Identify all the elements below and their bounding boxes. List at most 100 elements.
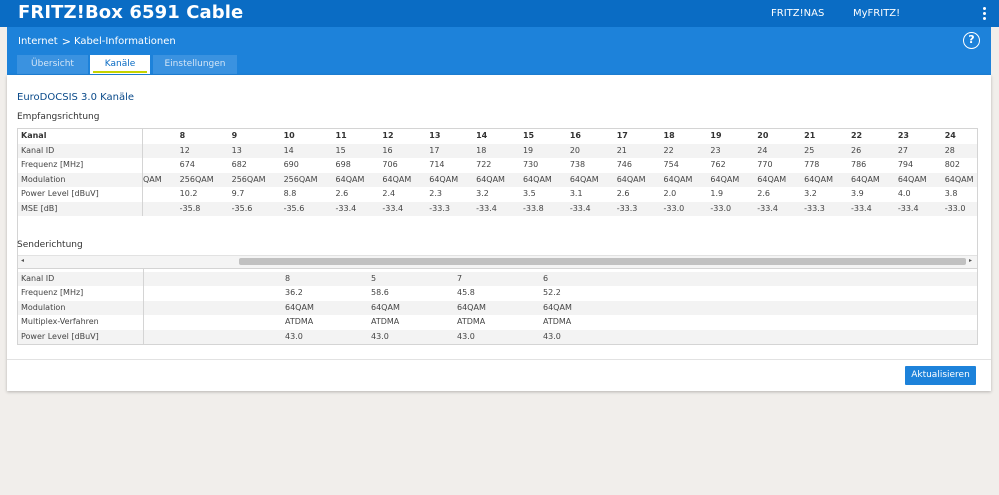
table-cell: 2.4	[382, 189, 396, 199]
channel-header: 12	[382, 131, 394, 141]
myfritz-link[interactable]: MyFRITZ!	[853, 7, 900, 20]
table-cell: 64QAM	[540, 300, 626, 315]
table-cell: -33.0	[645, 201, 693, 216]
table-cell: 26	[832, 143, 880, 158]
table-cell: 14	[265, 143, 318, 158]
table-cell: -33.8	[504, 201, 552, 216]
spacer-cell	[626, 271, 977, 286]
table-cell: -33.3	[598, 201, 646, 216]
table-cell: -33.4	[739, 201, 787, 216]
table-cell: -35.6	[265, 201, 318, 216]
table-cell: 20	[551, 143, 599, 158]
channel-header: 13	[429, 131, 441, 141]
downstream-table: Kanal Kanal ID Frequenz [MHz] Modulation…	[17, 128, 978, 269]
table-cell: 64QAM	[598, 172, 646, 187]
table-cell: 9.7	[231, 189, 245, 199]
table-cell: 674	[179, 160, 195, 170]
row-label: Modulation	[18, 300, 144, 315]
table-cell: 810	[974, 158, 977, 173]
table-cell: 64QAM	[411, 172, 459, 187]
channel-header: 18	[663, 131, 675, 141]
table-cell: 3.9	[850, 189, 864, 199]
table-cell: 58.6	[371, 288, 389, 298]
table-cell: 8.8	[283, 189, 297, 199]
table-cell: 43.0	[454, 329, 540, 344]
tab-einstellungen[interactable]: Einstellungen	[153, 55, 237, 74]
table-cell: 690	[283, 160, 299, 170]
table-cell: 706	[382, 160, 398, 170]
channel-header: 19	[710, 131, 722, 141]
table-cell: 3.5	[522, 189, 536, 199]
spacer-cell	[626, 329, 977, 344]
table-cell: 3.1	[569, 189, 583, 199]
breadcrumb-current: Kabel-Informationen	[73, 36, 176, 47]
downstream-title: Empfangsrichtung	[17, 112, 100, 122]
table-cell: 23	[692, 143, 740, 158]
table-cell: 2.6	[335, 189, 349, 199]
channel-header: 8	[179, 131, 186, 141]
table-cell: 16	[364, 143, 412, 158]
table-cell: -32.9	[973, 201, 977, 216]
channel-header: 16	[569, 131, 581, 141]
table-cell: 18	[458, 143, 505, 158]
table-cell: 13	[213, 143, 266, 158]
spacer-cell	[143, 286, 282, 301]
spacer-cell	[143, 329, 282, 344]
main-panel: EuroDOCSIS 3.0 Kanäle Empfangsrichtung K…	[7, 75, 991, 391]
table-cell: 722	[476, 160, 492, 170]
row-label: Kanal ID	[18, 271, 144, 286]
scroll-left-icon[interactable]: ◂	[21, 257, 24, 264]
sub-header: Internet > Kabel-Informationen ? Übersic…	[7, 27, 991, 75]
table-cell: 256QAM	[265, 172, 318, 187]
table-cell: 43.0	[368, 329, 454, 344]
row-label: Multiplex-Verfahren	[18, 315, 144, 330]
tab-kanaele[interactable]: Kanäle	[90, 55, 150, 74]
table-cell: 4.0	[897, 189, 911, 199]
table-cell: 15	[317, 143, 365, 158]
table-cell: 5	[368, 271, 454, 286]
refresh-button[interactable]: Aktualisieren	[905, 366, 976, 385]
table-cell: -33.3	[786, 201, 833, 216]
scrollbar-thumb[interactable]	[239, 258, 966, 265]
table-cell: 64QAM	[832, 172, 880, 187]
table-cell: 778	[804, 160, 820, 170]
table-cell: 730	[522, 160, 539, 170]
table-cell: ATDMA	[285, 317, 314, 327]
spacer-cell	[143, 315, 282, 330]
table-cell: 64QAM	[364, 172, 412, 187]
table-cell: -33.0	[692, 201, 740, 216]
partial-cell	[143, 158, 162, 173]
table-cell: -33.0	[926, 201, 974, 216]
spacer-cell	[626, 286, 977, 301]
downstream-row-labels: Kanal Kanal ID Frequenz [MHz] Modulation…	[18, 129, 143, 216]
table-cell: 19	[504, 143, 552, 158]
horizontal-scrollbar[interactable]: ◂ ▸	[18, 255, 977, 268]
table-cell: 3.2	[804, 189, 817, 199]
channel-header: 21	[804, 131, 816, 141]
table-cell: 3.2	[476, 189, 489, 199]
table-cell: 17	[411, 143, 459, 158]
table-cell: 25	[786, 143, 833, 158]
table-cell: -33.4	[832, 201, 880, 216]
row-label: Modulation	[18, 172, 143, 187]
more-menu-icon[interactable]	[983, 7, 987, 21]
table-cell: -33.4	[364, 201, 412, 216]
scroll-right-icon[interactable]: ▸	[969, 257, 972, 264]
table-cell: -33.4	[551, 201, 599, 216]
upstream-table: Kanal1234Kanal ID8576Frequenz [MHz]36.25…	[17, 256, 978, 345]
channel-header: 15	[522, 131, 535, 141]
brand-title: FRITZ!Box 6591 Cable	[18, 2, 244, 23]
table-cell: 64QAM	[926, 172, 974, 187]
spacer-cell	[143, 271, 282, 286]
table-cell: 2.0	[663, 189, 677, 199]
fritz-nas-link[interactable]: FRITZ!NAS	[771, 7, 824, 20]
table-cell: 36.2	[285, 288, 303, 298]
help-icon[interactable]: ?	[963, 32, 980, 49]
breadcrumb-root[interactable]: Internet	[18, 35, 58, 48]
table-cell: -33.4	[879, 201, 927, 216]
spacer-cell	[143, 300, 282, 315]
table-cell: 64QAM	[458, 172, 505, 187]
tab-uebersicht[interactable]: Übersicht	[17, 55, 88, 74]
table-cell: 45.8	[457, 288, 475, 298]
table-cell: -33.3	[411, 201, 459, 216]
